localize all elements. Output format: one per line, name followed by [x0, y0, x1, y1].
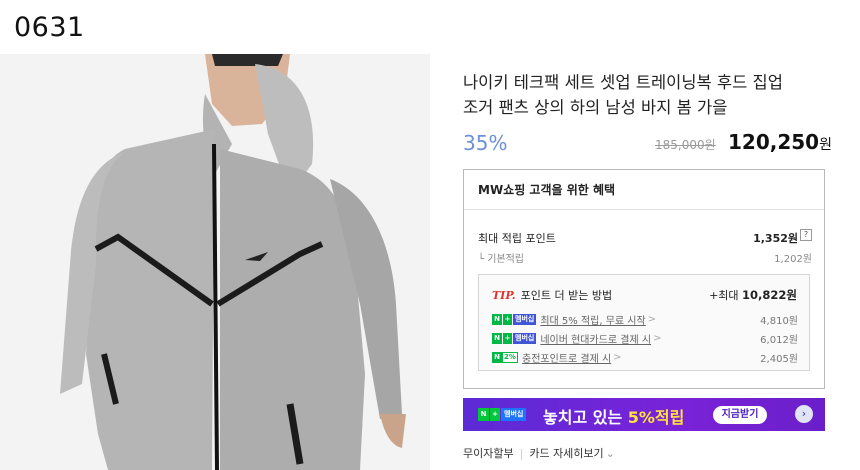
tip-max-points: +최대 10,822원	[709, 288, 797, 302]
tip-box: TIP. 포인트 더 받는 방법 +최대 10,822원 N + 멤버십 최대 5% 적…	[478, 274, 810, 371]
installment-link[interactable]: 무이자할부	[463, 447, 514, 460]
product-title-line1: 나이키 테크팩 세트 셋업 트레이닝복 후드 집업	[463, 73, 783, 92]
tip-row-link[interactable]: 최대 5% 적립, 무료 시작	[540, 316, 645, 327]
divider: |	[519, 447, 524, 460]
max-points-label: 최대 적립 포인트	[478, 232, 556, 245]
sale-price: 120,250원	[728, 130, 832, 154]
tip-heading: TIP. 포인트 더 받는 방법	[492, 287, 612, 303]
max-points-value: 1,352원	[753, 232, 798, 245]
tip-row-hyundai-card[interactable]: N + 멤버십 네이버 현대카드로 결제 시 > 6,012원	[492, 331, 798, 346]
tip-row-amount: 6,012원	[760, 335, 798, 346]
basic-points-value: 1,202원	[774, 254, 812, 265]
tip-row-amount: 2,405원	[760, 354, 798, 365]
sale-price-currency: 원	[819, 137, 832, 153]
tip-row-amount: 4,810원	[760, 316, 798, 327]
chevron-right-icon: >	[653, 333, 662, 344]
product-title: 나이키 테크팩 세트 셋업 트레이닝복 후드 집업 조거 팬츠 상의 하의 남성…	[463, 70, 843, 120]
chevron-down-icon[interactable]: ⌄	[606, 447, 615, 460]
get-now-button[interactable]: 지금받기	[713, 406, 767, 424]
card-details-link[interactable]: 카드 자세히보기	[529, 447, 603, 460]
tip-row-charge-points[interactable]: N 2% 충전포인트로 결제 시 > 2,405원	[492, 350, 798, 365]
original-price: 185,000원	[655, 138, 716, 152]
chevron-right-icon[interactable]: ›	[795, 405, 813, 423]
tip-row-link[interactable]: 네이버 현대카드로 결제 시	[540, 335, 651, 346]
product-title-line2: 조거 팬츠 상의 하의 남성 바지 봄 가을	[463, 98, 728, 117]
help-icon[interactable]: ?	[800, 229, 812, 241]
tip-row-membership[interactable]: N + 멤버십 최대 5% 적립, 무료 시작 > 4,810원	[492, 312, 798, 327]
payment-links: 무이자할부 | 카드 자세히보기 ⌄	[463, 445, 615, 461]
naver-membership-badge: N + 멤버십	[492, 333, 537, 344]
chevron-right-icon: >	[613, 352, 622, 363]
basic-points-label: └ 기본적립	[478, 254, 525, 265]
max-points-row: 최대 적립 포인트 1,352원 ?	[478, 229, 812, 246]
benefit-heading: MW쇼핑 고객을 위한 혜택	[464, 170, 824, 210]
banner-highlight: 5%적립	[627, 408, 685, 427]
chevron-right-icon: >	[647, 314, 657, 325]
banner-text: 놓치고 있는 5%적립	[543, 408, 685, 427]
product-code: 0631	[14, 12, 85, 43]
tip-heading-text: 포인트 더 받는 방법	[520, 289, 613, 302]
naver-membership-badge: N + 멤버십	[478, 408, 527, 421]
tip-row-link[interactable]: 충전포인트로 결제 시	[522, 354, 611, 365]
benefit-box: MW쇼핑 고객을 위한 혜택 최대 적립 포인트 1,352원 ? └ 기본적립…	[463, 169, 825, 389]
naver-membership-badge: N + 멤버십	[492, 314, 537, 325]
naver-2pct-badge: N 2%	[492, 352, 518, 363]
discount-rate: 35%	[463, 131, 508, 155]
basic-points-row: └ 기본적립 1,202원	[478, 250, 812, 265]
membership-banner[interactable]: N + 멤버십 놓치고 있는 5%적립 지금받기 ›	[463, 398, 825, 431]
sale-price-value: 120,250	[728, 130, 820, 154]
tip-tag: TIP.	[492, 289, 516, 302]
product-image[interactable]	[0, 54, 430, 470]
hoodie-photo-illustration	[0, 54, 430, 470]
